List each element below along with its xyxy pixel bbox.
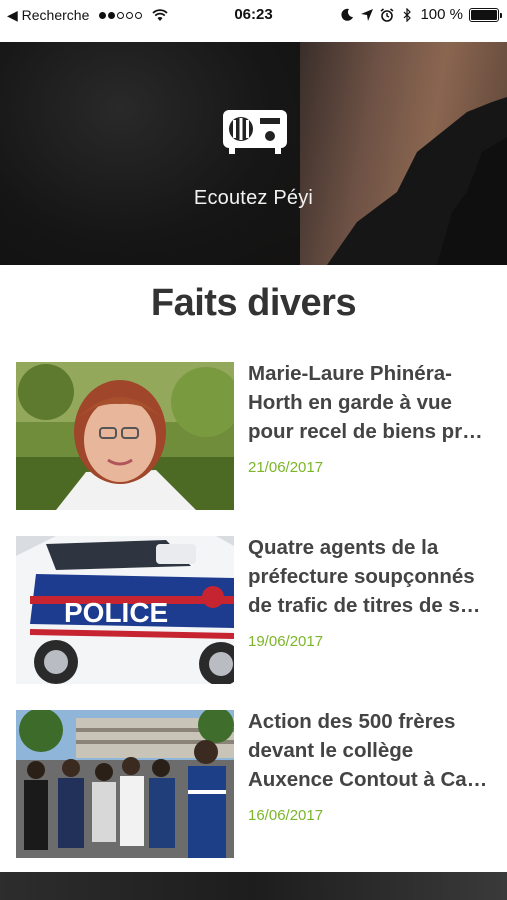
police-car-photo: POLICE: [16, 536, 234, 684]
article-thumbnail[interactable]: [16, 710, 234, 858]
police-lettering: POLICE: [64, 597, 168, 628]
section-title: Faits divers: [150, 282, 357, 324]
moon-icon: [341, 8, 354, 21]
listen-peyi-label: Ecoutez Péyi: [193, 187, 314, 209]
article-thumbnail[interactable]: [16, 362, 234, 510]
battery-percent: 100 %: [420, 6, 463, 23]
bluetooth-icon: [404, 7, 412, 22]
crowd-photo: [16, 710, 234, 858]
status-bar: ◀ Recherche 06:23 100 %: [0, 0, 507, 32]
listen-live-banner[interactable]: Ecoutez Péyi: [0, 42, 507, 265]
alarm-icon: [380, 7, 394, 22]
portrait-photo: [16, 362, 234, 510]
article-date: 16/06/2017: [248, 807, 324, 824]
article-item[interactable]: Action des 500 frères devant le collège …: [16, 710, 492, 858]
article-title[interactable]: Marie-Laure Phinéra-Horth en garde à vue…: [248, 359, 492, 446]
article-date: 19/06/2017: [248, 633, 324, 650]
radio-icon: [223, 110, 287, 154]
battery-level: [471, 9, 497, 20]
battery-icon: [469, 7, 502, 22]
article-item[interactable]: Marie-Laure Phinéra-Horth en garde à vue…: [16, 362, 492, 510]
article-title[interactable]: Quatre agents de la préfecture soupçonné…: [248, 533, 492, 620]
article-thumbnail[interactable]: POLICE: [16, 536, 234, 684]
next-section-banner[interactable]: [0, 872, 507, 900]
article-date: 21/06/2017: [248, 459, 324, 476]
hero-photo-silhouette: [327, 97, 507, 265]
article-item[interactable]: POLICE Quatre agents de la préfecture so…: [16, 536, 492, 684]
article-title[interactable]: Action des 500 frères devant le collège …: [248, 707, 492, 794]
location-icon: [361, 8, 374, 21]
status-right: 100 %: [340, 6, 502, 23]
